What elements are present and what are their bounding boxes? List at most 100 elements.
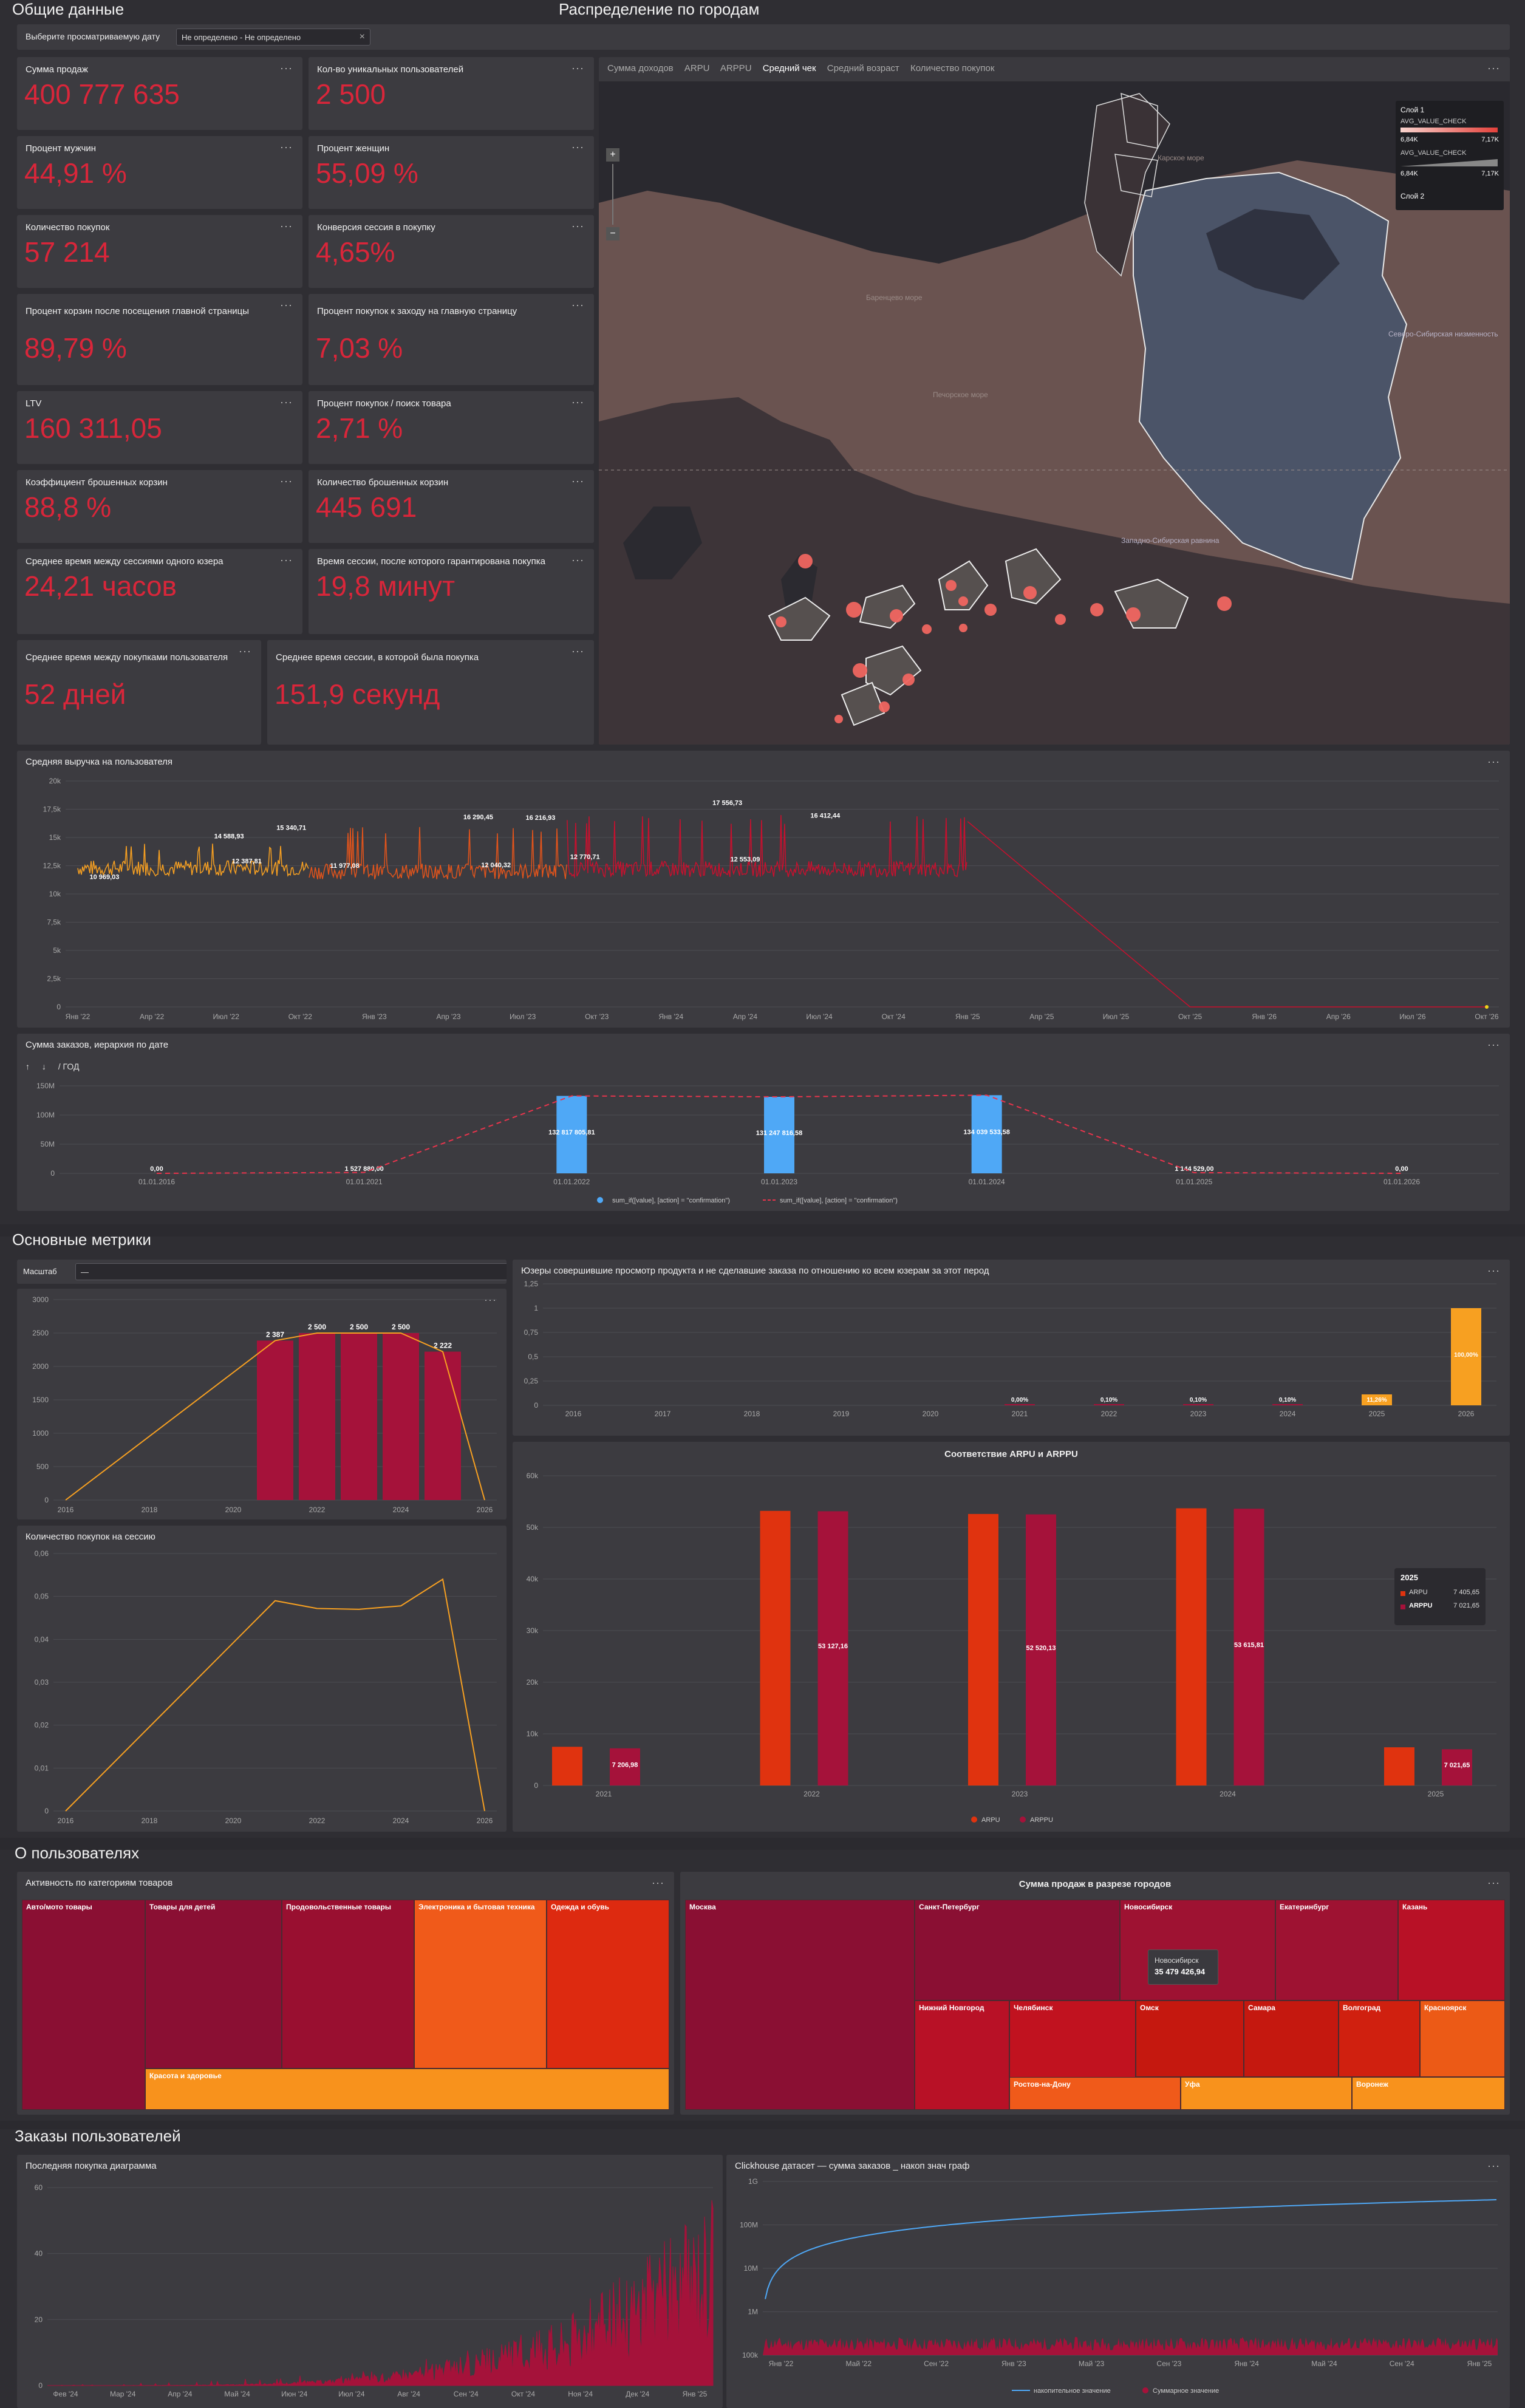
y-tick-label: 0,5 [528, 1352, 538, 1361]
treemap-cell[interactable]: Нижний Новгород [915, 2000, 1009, 2110]
drill-down-button[interactable]: ↓ [42, 1062, 46, 1071]
categories-treemap-card: Активность по категориям товаров ··· Авт… [17, 1872, 674, 2115]
kpi-menu-icon[interactable]: ··· [280, 554, 293, 567]
kpi-menu-icon[interactable]: ··· [280, 475, 293, 488]
kpi-menu-icon[interactable]: ··· [571, 220, 584, 233]
map-menu-icon[interactable]: ··· [1487, 62, 1500, 75]
cities-tooltip: Новосибирск 35 479 426,94 [1148, 1949, 1218, 1985]
scale-select[interactable]: — ⌄ [75, 1263, 507, 1280]
treemap-cell[interactable]: Красноярск [1420, 2000, 1505, 2077]
x-tick-label: Сен '22 [924, 2359, 949, 2368]
kpi-menu-icon[interactable]: ··· [280, 141, 293, 154]
treemap-cell[interactable]: Продовольственные товары [282, 1900, 414, 2069]
zoom-out-button[interactable]: − [606, 227, 619, 240]
kpi-menu-icon[interactable]: ··· [571, 554, 584, 567]
bar-label: 100,00% [1454, 1352, 1478, 1359]
tab-arppu[interactable]: ARPPU [720, 63, 752, 73]
drill-up-button[interactable]: ↑ [26, 1062, 30, 1071]
treemap-cell-label: Одежда и обувь [551, 1903, 610, 1911]
treemap-cell[interactable]: Товары для детей [145, 1900, 282, 2069]
bar [1183, 1404, 1213, 1405]
kpi-menu-icon[interactable]: ··· [239, 645, 251, 658]
kpi-menu-icon[interactable]: ··· [280, 62, 293, 75]
date-filter-label: Выберите просматриваемую дату [26, 32, 160, 41]
kpi-label: Коэффициент брошенных корзин [26, 477, 168, 488]
tab-purchase-count[interactable]: Количество покупок [910, 63, 994, 73]
map-canvas[interactable]: Карское море Баренцево море Печорское мо… [599, 81, 1510, 745]
legend-layer1[interactable]: Слой 1 [1400, 106, 1424, 114]
x-tick-label: 2021 [1012, 1410, 1028, 1418]
kpi-menu-icon[interactable]: ··· [280, 220, 293, 233]
bar-label: 0,00% [1011, 1397, 1028, 1404]
treemap-cell[interactable]: Красота и здоровье [145, 2069, 669, 2110]
tab-avg-check[interactable]: Средний чек [763, 63, 816, 73]
clickhouse-menu-icon[interactable]: ··· [1487, 2160, 1500, 2172]
x-tick-label: 01.01.2026 [1383, 1178, 1420, 1186]
x-tick-label: Окт '25 [1178, 1012, 1203, 1021]
kpi-menu-icon[interactable]: ··· [280, 396, 293, 409]
categories-title: Активность по категориям товаров [26, 1878, 173, 1888]
zoom-in-button[interactable]: + [606, 148, 619, 162]
x-tick-label: 2024 [1220, 1790, 1236, 1798]
kpi-label: Конверсия сессия в покупку [317, 222, 435, 233]
kpi-card: Количество брошенных корзин 445 691 ··· [309, 470, 594, 543]
series-line [77, 844, 309, 877]
y-tick-label: 0,04 [35, 1635, 49, 1643]
viewers-no-order-menu-icon[interactable]: ··· [1487, 1264, 1500, 1277]
treemap-cell[interactable]: Электроника и бытовая техника [414, 1900, 547, 2069]
categories-menu-icon[interactable]: ··· [652, 1877, 664, 1889]
x-tick-label: Мар '24 [110, 2390, 136, 2398]
treemap-cell[interactable]: Ростов-на-Дону [1009, 2077, 1181, 2110]
treemap-cell[interactable]: Уфа [1181, 2077, 1352, 2110]
treemap-cell-label: Уфа [1185, 2080, 1200, 2089]
kpi-value: 57 214 [24, 236, 110, 268]
treemap-cell[interactable]: Авто/мото товары [22, 1900, 145, 2110]
map-panel: Сумма доходов ARPU ARPPU Средний чек Сре… [599, 57, 1510, 745]
y-tick-label: 20k [49, 777, 61, 785]
zoom-slider[interactable] [612, 164, 613, 225]
date-filter-input[interactable]: Не определено - Не определено × [176, 29, 370, 46]
treemap-cell[interactable]: Воронеж [1352, 2077, 1505, 2110]
avg-revenue-menu-icon[interactable]: ··· [1487, 755, 1500, 768]
kpi-menu-icon[interactable]: ··· [571, 475, 584, 488]
map-tabs: Сумма доходов ARPU ARPPU Средний чек Сре… [607, 63, 994, 73]
treemap-cell[interactable]: Самара [1244, 2000, 1339, 2077]
treemap-cell[interactable]: Москва [685, 1900, 915, 2110]
kpi-card: Конверсия сессия в покупку 4,65% ··· [309, 215, 594, 288]
bar [383, 1333, 419, 1500]
treemap-cell[interactable]: Казань [1398, 1900, 1505, 2000]
kpi-menu-icon[interactable]: ··· [280, 299, 293, 312]
x-tick-label: 01.01.2022 [553, 1178, 590, 1186]
tab-arpu[interactable]: ARPU [684, 63, 710, 73]
kpi-menu-icon[interactable]: ··· [571, 645, 584, 658]
treemap-cell[interactable]: Екатеринбург [1275, 1900, 1398, 2000]
clear-icon[interactable]: × [360, 32, 365, 43]
treemap-cell[interactable]: Омск [1136, 2000, 1244, 2077]
bar [299, 1333, 335, 1500]
y-tick-label: 0,01 [35, 1764, 49, 1772]
legend-layer2[interactable]: Слой 2 [1400, 192, 1424, 200]
kpi-menu-icon[interactable]: ··· [571, 141, 584, 154]
bar-label: 131 247 816,58 [756, 1130, 802, 1137]
treemap-cell-label: Челябинск [1014, 2004, 1053, 2012]
kpi-menu-icon[interactable]: ··· [571, 396, 584, 409]
kpi-value: 160 311,05 [24, 412, 162, 444]
x-tick-label: Сен '23 [1156, 2359, 1181, 2368]
treemap-cell[interactable]: Волгоград [1339, 2000, 1420, 2077]
tab-revenue[interactable]: Сумма доходов [607, 63, 674, 73]
y-tick-label: 17,5k [43, 805, 61, 814]
treemap-cell-label: Волгоград [1343, 2004, 1381, 2012]
bar-label: 2 500 [308, 1323, 326, 1331]
bar-arpu [760, 1510, 791, 1786]
kpi-menu-icon[interactable]: ··· [571, 299, 584, 312]
cities-menu-icon[interactable]: ··· [1487, 1877, 1500, 1889]
y-tick-label: 1M [748, 2308, 758, 2316]
treemap-cell[interactable]: Санкт-Петербург [915, 1900, 1120, 2000]
kpi-label: Кол-во уникальных пользователей [317, 64, 464, 75]
data-label: 15 340,71 [276, 824, 306, 831]
treemap-cell[interactable]: Одежда и обувь [547, 1900, 669, 2069]
tab-avg-age[interactable]: Средний возраст [827, 63, 899, 73]
orders-hierarchy-menu-icon[interactable]: ··· [1487, 1039, 1500, 1051]
legend-min-2: 6,84K [1400, 170, 1418, 177]
kpi-menu-icon[interactable]: ··· [571, 62, 584, 75]
